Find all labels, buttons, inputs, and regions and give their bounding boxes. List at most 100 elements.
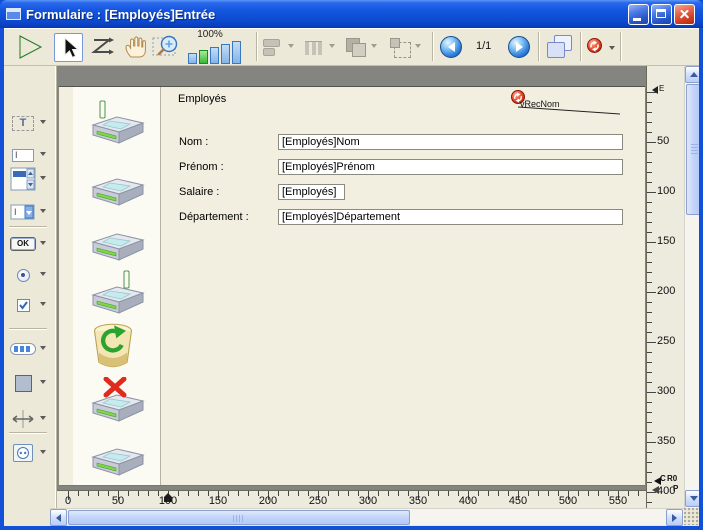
field-salaire[interactable]: [Employés] — [278, 184, 345, 200]
cancel-record-button[interactable] — [89, 377, 147, 423]
button-tool-icon: OK — [10, 237, 36, 251]
magnifier-icon — [152, 34, 180, 58]
group-objects-button — [388, 36, 421, 58]
window-title: Formulaire : [Employés]Entrée — [26, 7, 623, 22]
tool-list-box[interactable] — [9, 164, 53, 194]
form-canvas: Employés Nom : [Employés]Nom Prénom : [E… — [57, 66, 646, 490]
title-bar[interactable]: Formulaire : [Employés]Entrée — [0, 0, 703, 28]
scroll-right-button[interactable] — [666, 509, 683, 526]
tool-plugin-area[interactable] — [9, 440, 53, 466]
text-tool-icon: T — [12, 116, 34, 131]
tool-checkbox[interactable] — [9, 292, 53, 318]
field-label[interactable]: Nom : — [179, 136, 208, 148]
toolbar: 100% — [4, 28, 699, 66]
tab-order-button[interactable] — [90, 36, 116, 63]
minimize-button[interactable] — [628, 4, 649, 25]
zoom-bar-1[interactable] — [188, 53, 197, 64]
tool-progress-indicator[interactable] — [9, 336, 53, 362]
field-departement[interactable]: [Employés]Département — [278, 209, 623, 225]
previous-page-icon — [443, 42, 455, 52]
horizontal-scrollbar[interactable] — [50, 508, 684, 525]
layers-icon — [344, 36, 368, 58]
progress-indicator-tool-icon — [10, 343, 36, 355]
hand-icon — [122, 34, 148, 60]
zoom-bar-5[interactable] — [232, 41, 241, 64]
zoom-percent-label: 100% — [190, 29, 230, 40]
marker-triangle-icon — [648, 486, 659, 494]
arrow-up-icon — [690, 68, 698, 77]
variable-marker-label[interactable]: vRecNom — [520, 99, 560, 109]
plugin-area-tool-icon — [13, 444, 33, 462]
zoom-level-bars-icon — [188, 41, 241, 64]
field-label[interactable]: Salaire : — [179, 186, 219, 198]
arrow-right-icon — [672, 514, 681, 522]
detail-marker[interactable]: C — [660, 474, 666, 483]
zoom-bar-3[interactable] — [210, 47, 219, 64]
delete-record-button[interactable] — [89, 321, 147, 371]
window-content: 100% — [4, 28, 699, 526]
play-icon — [16, 33, 44, 61]
output-control-markers[interactable]: C R0 P — [647, 474, 685, 500]
layer-order-button — [344, 36, 377, 58]
next-page-icon — [516, 42, 528, 52]
tool-rectangle[interactable] — [9, 370, 53, 396]
align-icon — [261, 36, 285, 58]
form-title-object[interactable]: Employés — [178, 93, 226, 105]
tool-palette: T I — [4, 66, 57, 526]
distribute-icon — [302, 36, 326, 58]
arrow-down-icon — [690, 496, 698, 505]
vertical-scrollbar[interactable] — [684, 66, 699, 508]
field-prenom[interactable]: [Employés]Prénom — [278, 159, 623, 175]
arrow-left-icon — [52, 514, 61, 522]
record-marker-icon — [587, 38, 602, 53]
tab-order-icon — [90, 36, 116, 58]
horizontal-scroll-thumb[interactable] — [68, 510, 410, 525]
previous-record-button[interactable] — [89, 161, 147, 207]
vertical-scroll-thumb[interactable] — [686, 84, 699, 215]
field-label[interactable]: Département : — [179, 211, 249, 223]
distribute-objects-button — [302, 36, 335, 58]
select-tool-button[interactable] — [54, 33, 83, 62]
scroll-up-button[interactable] — [685, 66, 699, 83]
footer-marker[interactable]: P — [673, 484, 678, 493]
tool-radio-button[interactable] — [9, 262, 53, 288]
radio-button-tool-icon — [17, 269, 30, 282]
zoom-level-control[interactable]: 100% — [186, 29, 252, 65]
tool-splitter[interactable] — [9, 406, 53, 432]
list-box-icon — [10, 167, 36, 191]
execute-form-button[interactable] — [16, 33, 44, 66]
close-button[interactable] — [674, 4, 695, 25]
zoom-bar-4[interactable] — [221, 44, 230, 64]
record-marker-button[interactable] — [587, 38, 615, 58]
header-area-marker[interactable]: E — [648, 86, 664, 94]
first-record-button[interactable] — [89, 99, 147, 145]
page-indicator: 1/1 — [476, 40, 491, 52]
zoom-bar-2[interactable] — [199, 50, 208, 64]
scroll-left-button[interactable] — [50, 509, 67, 526]
field-label[interactable]: Prénom : — [179, 161, 224, 173]
scroll-down-button[interactable] — [685, 490, 699, 507]
move-tool-button[interactable] — [122, 34, 148, 65]
group-icon — [388, 36, 412, 58]
next-page-button[interactable] — [508, 36, 530, 58]
last-record-button[interactable] — [89, 269, 147, 315]
tool-combo-box[interactable]: I — [9, 199, 53, 225]
input-tool-icon: I — [12, 149, 34, 162]
tool-text[interactable]: T — [9, 110, 53, 136]
previous-page-button[interactable] — [440, 36, 462, 58]
form-pages-button[interactable] — [545, 34, 573, 60]
vertical-ruler: E 50 100 150 200 250 300 350 400 C R0 P — [646, 66, 684, 508]
form-page[interactable]: Employés Nom : [Employés]Nom Prénom : [E… — [58, 86, 645, 486]
field-nom[interactable]: [Employés]Nom — [278, 134, 623, 150]
tool-button[interactable]: OK — [9, 231, 53, 257]
marker-triangle-icon — [648, 86, 658, 94]
rectangle-tool-icon — [15, 375, 32, 392]
zoom-tool-button[interactable] — [152, 34, 180, 63]
checkbox-tool-icon — [17, 299, 30, 312]
resize-grip[interactable] — [684, 508, 699, 525]
break-marker[interactable]: R0 — [667, 474, 677, 483]
maximize-button[interactable] — [651, 4, 672, 25]
next-record-button[interactable] — [89, 216, 147, 262]
svg-text:I: I — [14, 207, 17, 217]
validate-record-button[interactable] — [89, 431, 147, 477]
